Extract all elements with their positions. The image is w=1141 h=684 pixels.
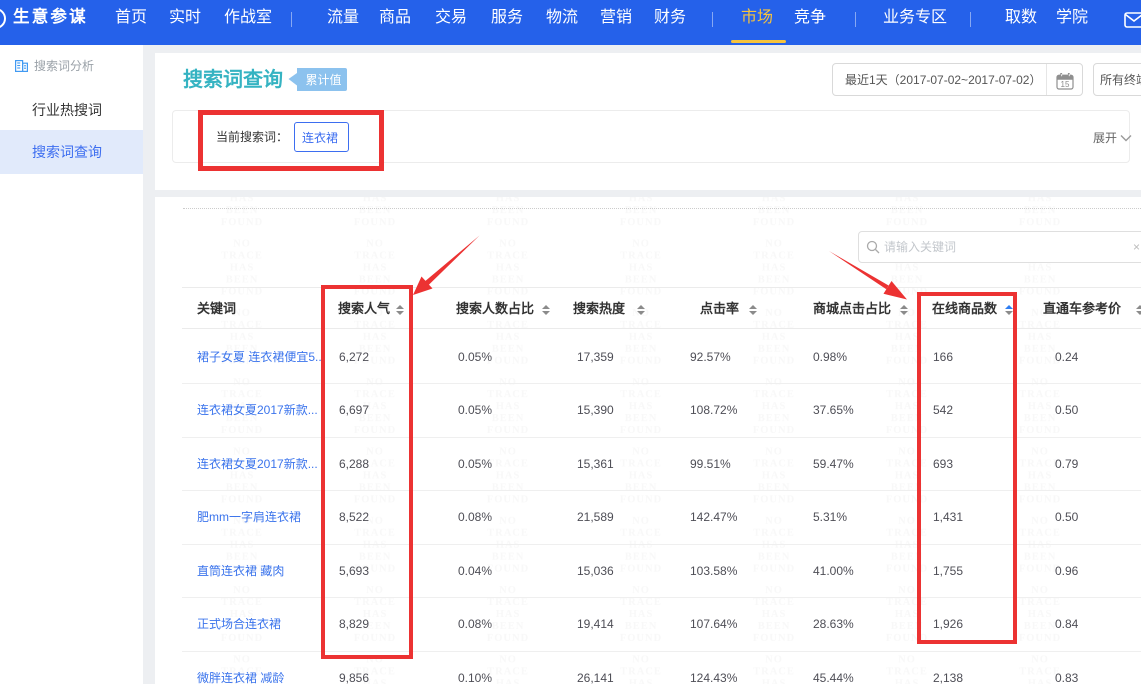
svg-text:累计值: 累计值	[306, 72, 342, 87]
svg-text:15: 15	[1061, 80, 1070, 89]
